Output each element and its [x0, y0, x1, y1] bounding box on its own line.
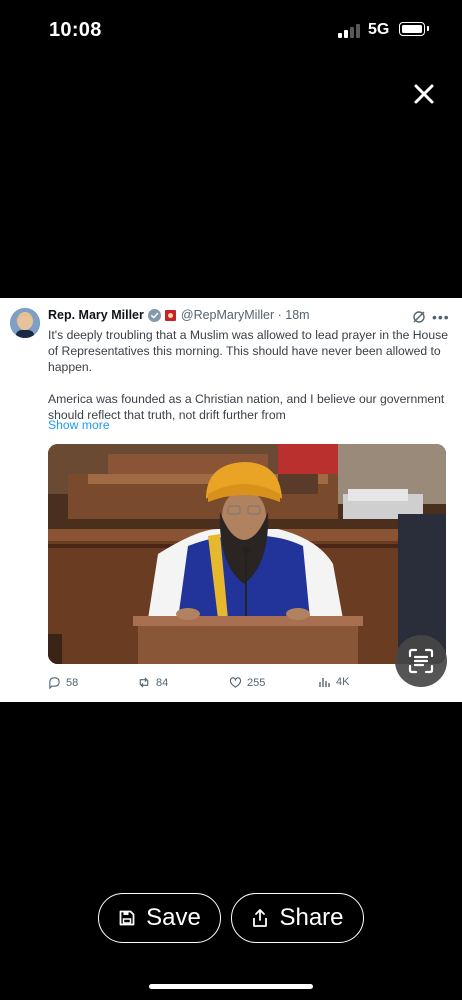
tweet-header: Rep. Mary Miller @RepMaryMiller · 18m: [48, 308, 310, 322]
status-bar: 10:08 5G: [0, 0, 462, 60]
heart-icon: [229, 677, 242, 688]
battery-icon: [399, 22, 429, 36]
tweet-paragraph-1: It's deeply troubling that a Muslim was …: [48, 328, 448, 374]
repost-icon: [139, 677, 149, 688]
tweet-media-image[interactable]: [48, 444, 446, 664]
grok-icon[interactable]: [412, 310, 426, 324]
close-button[interactable]: [410, 80, 438, 108]
author-name[interactable]: Rep. Mary Miller: [48, 308, 144, 322]
repost-count: 84: [156, 676, 169, 689]
close-icon: [414, 84, 434, 104]
views-icon: [319, 678, 330, 687]
share-label: Share: [279, 904, 344, 931]
tweet-card: Rep. Mary Miller @RepMaryMiller · 18m ••…: [0, 298, 462, 702]
author-handle[interactable]: @RepMaryMiller · 18m: [181, 308, 310, 322]
cellular-signal-icon: [338, 24, 362, 38]
save-label: Save: [146, 904, 201, 931]
share-icon: [253, 909, 268, 927]
status-time: 10:08: [49, 19, 102, 41]
views-button[interactable]: 4K: [319, 676, 349, 688]
share-button[interactable]: Share: [231, 893, 364, 943]
save-icon: [119, 910, 135, 926]
verified-badge-icon: [147, 308, 161, 322]
like-count: 255: [247, 676, 266, 689]
more-options-icon[interactable]: •••: [432, 309, 450, 325]
home-indicator[interactable]: [149, 984, 313, 989]
show-more-link[interactable]: Show more: [48, 418, 110, 432]
network-type: 5G: [368, 21, 390, 38]
avatar[interactable]: [10, 308, 40, 338]
tweet-text: It's deeply troubling that a Muslim was …: [48, 327, 448, 423]
reply-button[interactable]: 58: [48, 676, 78, 689]
affiliation-badge-icon: [164, 309, 176, 321]
save-button[interactable]: Save: [98, 893, 221, 943]
view-count: 4K: [336, 676, 350, 688]
repost-button[interactable]: 84: [137, 676, 168, 689]
like-button[interactable]: 255: [229, 676, 265, 689]
tweet-actions: 58 84 255 4K: [0, 676, 462, 696]
reply-count: 58: [66, 676, 79, 689]
reply-icon: [49, 677, 60, 689]
